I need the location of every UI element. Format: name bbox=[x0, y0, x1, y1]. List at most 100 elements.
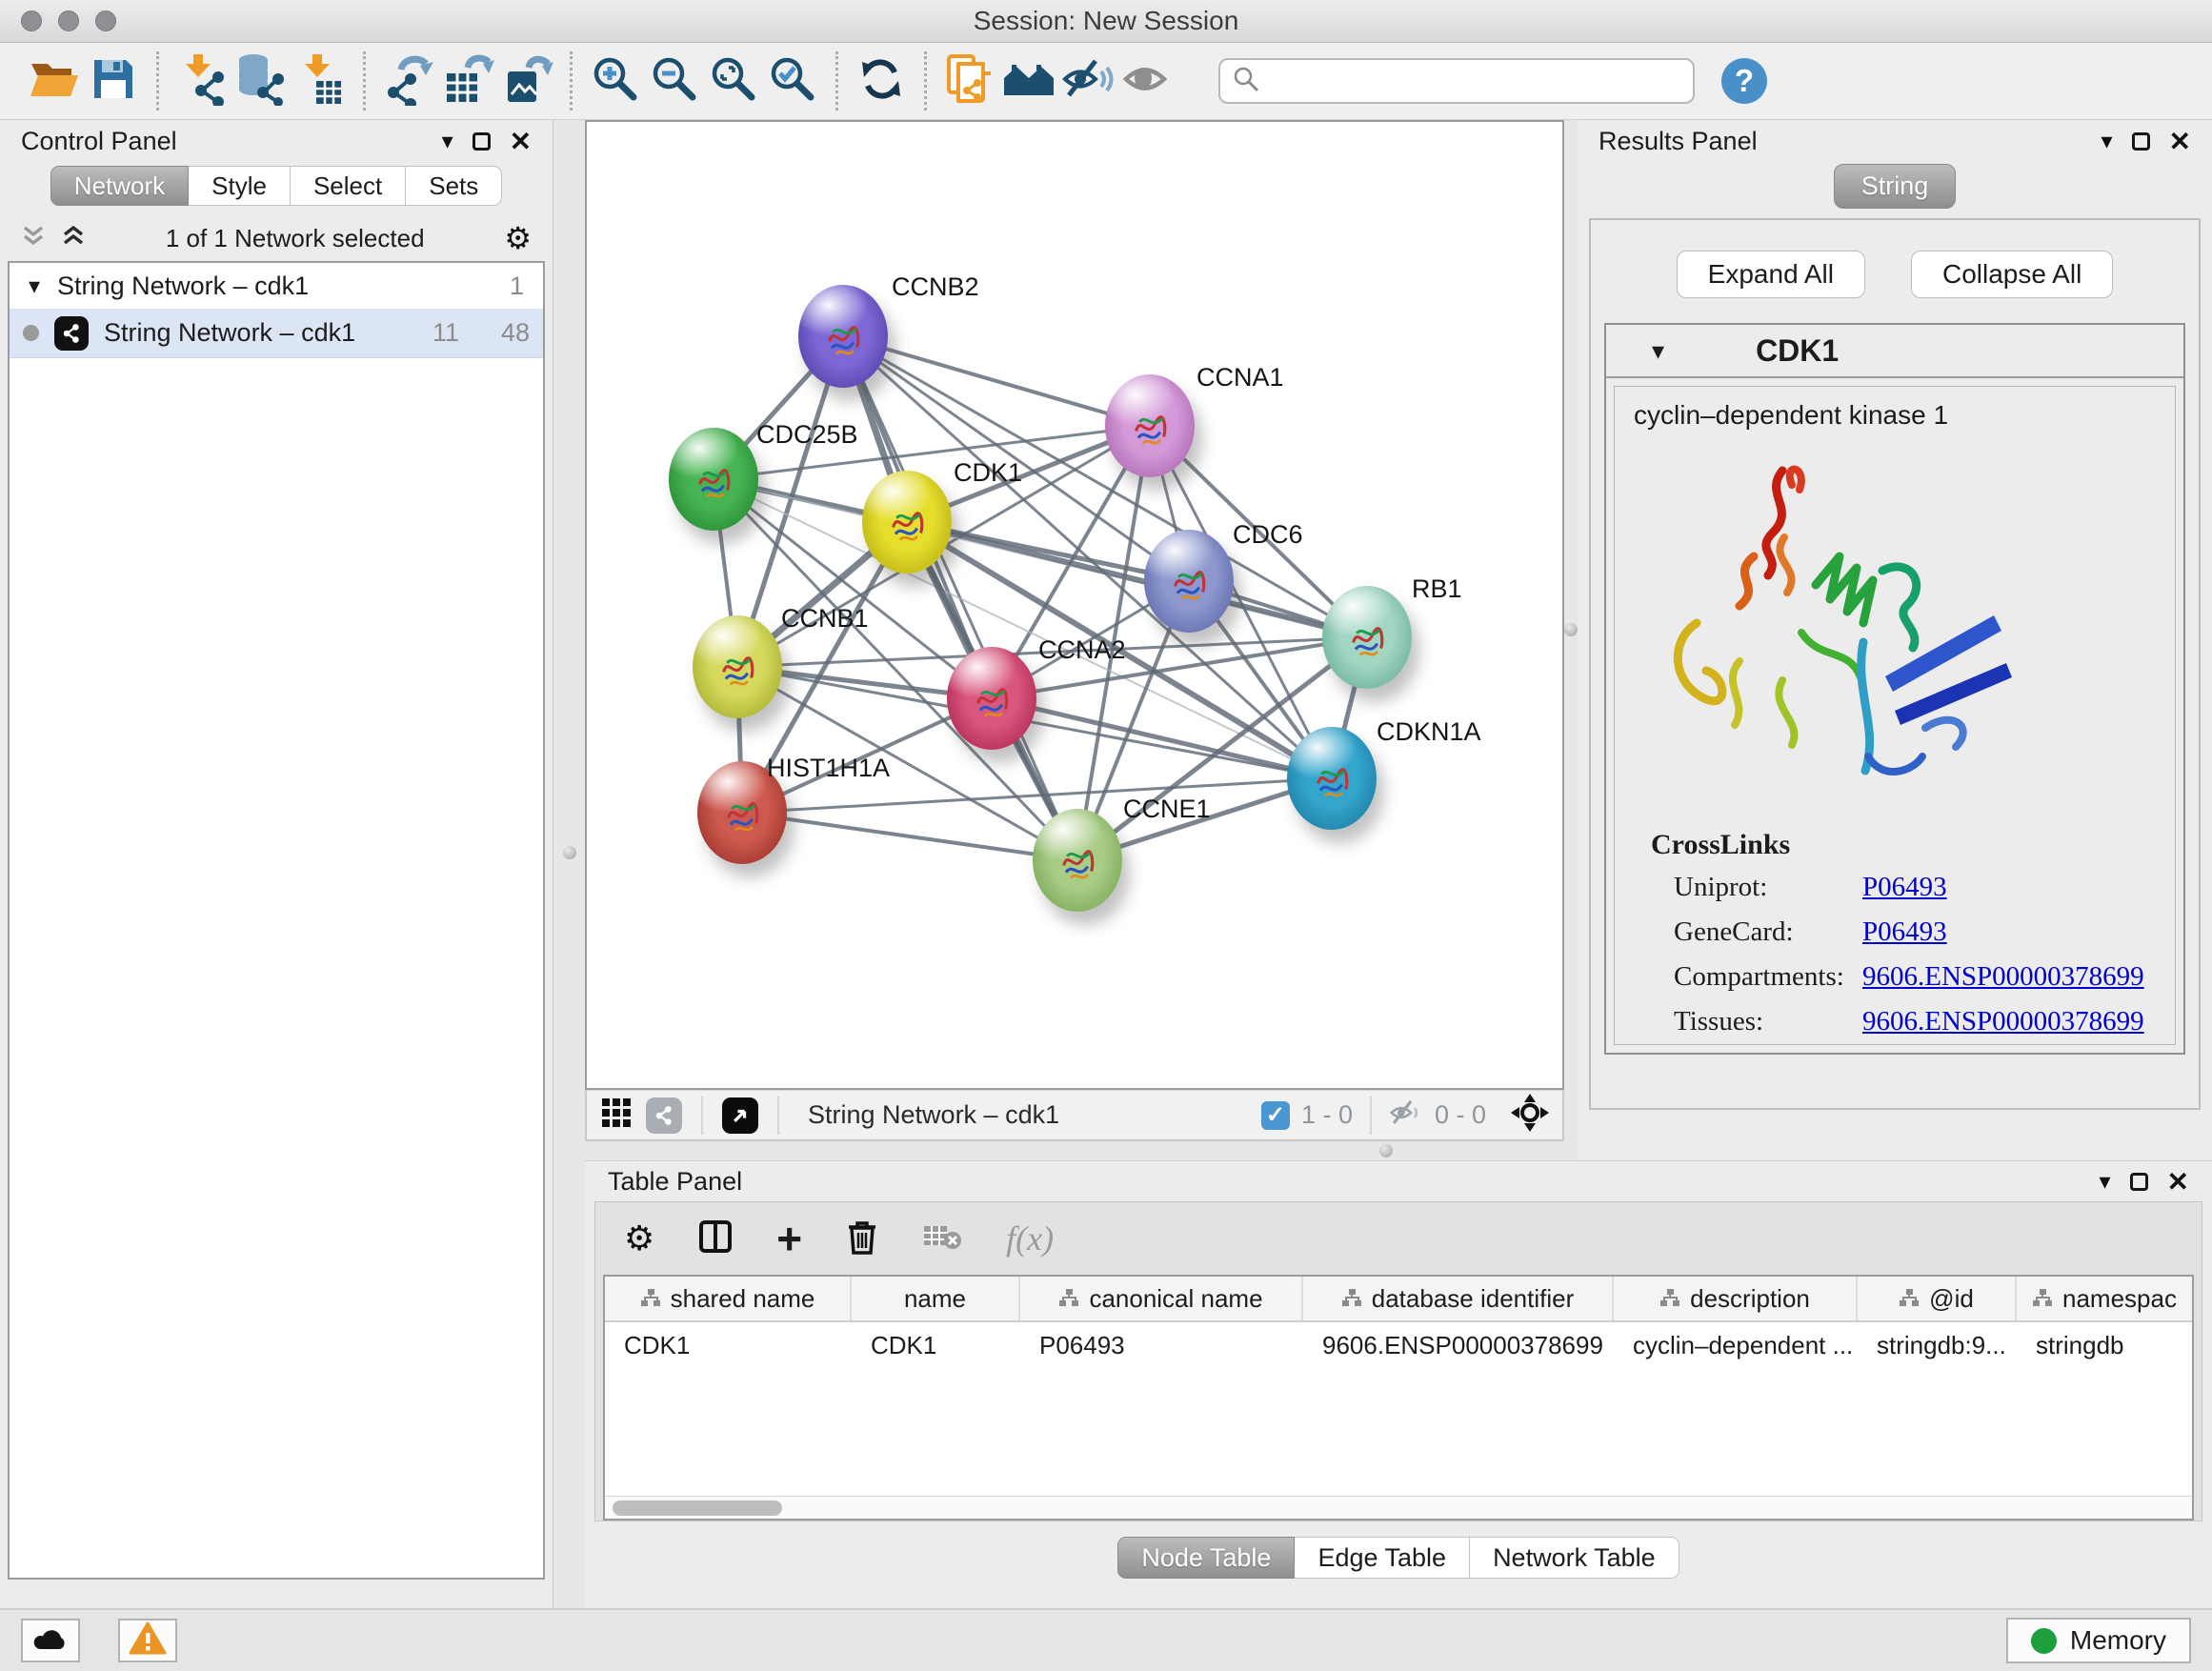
table-row[interactable]: CDK1 CDK1 P06493 9606.ENSP00000378699 cy… bbox=[605, 1322, 2192, 1368]
network-collection-row[interactable]: ▾ String Network – cdk1 1 bbox=[10, 263, 543, 309]
cell-shared-name[interactable]: CDK1 bbox=[605, 1331, 852, 1360]
panel-close-icon[interactable]: ✕ bbox=[2169, 126, 2191, 157]
column-header[interactable]: canonical name bbox=[1020, 1277, 1303, 1320]
export-table-button[interactable] bbox=[438, 50, 497, 111]
network-node-cdk1[interactable] bbox=[862, 471, 952, 574]
panel-float-icon[interactable] bbox=[473, 132, 491, 151]
column-header[interactable]: shared name bbox=[605, 1277, 852, 1320]
table-options-gear-icon[interactable]: ⚙ bbox=[624, 1218, 654, 1258]
open-session-button[interactable] bbox=[25, 50, 84, 111]
crosshair-icon[interactable] bbox=[1511, 1094, 1549, 1137]
birds-eye-network-icon[interactable] bbox=[646, 1097, 682, 1134]
cell-name[interactable]: CDK1 bbox=[852, 1331, 1020, 1360]
horizontal-splitter[interactable] bbox=[585, 1141, 1564, 1160]
refresh-button[interactable] bbox=[852, 50, 911, 111]
section-expander-icon[interactable]: ▾ bbox=[1652, 336, 1664, 366]
crosslink-link[interactable]: 9606.ENSP00000378699 bbox=[1862, 961, 2144, 993]
cell-namespace[interactable]: stringdb bbox=[2017, 1331, 2192, 1360]
panel-collapse-icon[interactable]: ▾ bbox=[442, 128, 453, 155]
help-button[interactable]: ? bbox=[1721, 58, 1767, 104]
import-network-database-button[interactable] bbox=[231, 50, 291, 111]
tab-network-table[interactable]: Network Table bbox=[1470, 1537, 1679, 1579]
column-header[interactable]: namespac bbox=[2017, 1277, 2192, 1320]
memory-button[interactable]: Memory bbox=[2006, 1618, 2191, 1663]
zoom-selected-button[interactable] bbox=[763, 50, 822, 111]
warning-button[interactable] bbox=[118, 1619, 177, 1662]
cell-id[interactable]: stringdb:9... bbox=[1858, 1331, 2017, 1360]
window-zoom-button[interactable] bbox=[95, 10, 116, 31]
column-header[interactable]: name bbox=[852, 1277, 1020, 1320]
right-splitter[interactable] bbox=[1564, 120, 1578, 1160]
crosslink-link[interactable]: 9606.ENSP00000378699 bbox=[1862, 1006, 2144, 1037]
delete-table-icon[interactable] bbox=[922, 1222, 962, 1256]
cell-database-identifier[interactable]: 9606.ENSP00000378699 bbox=[1303, 1331, 1614, 1360]
selected-count-checkbox[interactable]: ✓ bbox=[1261, 1101, 1290, 1130]
tab-select[interactable]: Select bbox=[291, 166, 406, 206]
crosslink-link[interactable]: P06493 bbox=[1862, 916, 1947, 948]
window-close-button[interactable] bbox=[21, 10, 42, 31]
splitter-handle[interactable] bbox=[1379, 1144, 1393, 1158]
splitter-handle[interactable] bbox=[563, 846, 576, 859]
collapse-all-tree-icon[interactable] bbox=[21, 224, 46, 253]
export-network-button[interactable] bbox=[379, 50, 438, 111]
network-node-cdc6[interactable] bbox=[1144, 530, 1234, 633]
window-minimize-button[interactable] bbox=[58, 10, 79, 31]
zoom-fit-button[interactable] bbox=[704, 50, 763, 111]
network-canvas[interactable]: CCNB2CCNA1CDC25BCDK1CDC6RB1CCNB1CCNA2CDK… bbox=[585, 120, 1564, 1090]
tab-node-table[interactable]: Node Table bbox=[1117, 1537, 1295, 1579]
tab-style[interactable]: Style bbox=[189, 166, 291, 206]
houses-button[interactable] bbox=[999, 50, 1058, 111]
export-image-button[interactable] bbox=[497, 50, 556, 111]
import-network-file-button[interactable] bbox=[172, 50, 231, 111]
show-all-button[interactable] bbox=[1117, 50, 1176, 111]
collapse-all-button[interactable]: Collapse All bbox=[1911, 251, 2113, 298]
panel-close-icon[interactable]: ✕ bbox=[2167, 1166, 2189, 1198]
delete-column-trash-icon[interactable] bbox=[846, 1218, 878, 1259]
panel-collapse-icon[interactable]: ▾ bbox=[2099, 1168, 2110, 1196]
tab-sets[interactable]: Sets bbox=[406, 166, 502, 206]
table-horizontal-scrollbar[interactable] bbox=[605, 1496, 2192, 1519]
splitter-handle[interactable] bbox=[1564, 623, 1578, 636]
crosslink-link[interactable]: P06493 bbox=[1862, 872, 1947, 903]
save-session-button[interactable] bbox=[84, 50, 143, 111]
column-header[interactable]: @id bbox=[1858, 1277, 2017, 1320]
network-node-ccnb1[interactable] bbox=[693, 615, 782, 718]
zoom-in-button[interactable] bbox=[586, 50, 645, 111]
collection-expander-icon[interactable]: ▾ bbox=[29, 272, 40, 300]
left-splitter[interactable] bbox=[553, 120, 585, 1608]
import-table-file-button[interactable] bbox=[291, 50, 350, 111]
hide-selected-button[interactable] bbox=[1058, 50, 1117, 111]
network-node-ccna1[interactable] bbox=[1105, 374, 1195, 477]
network-row[interactable]: String Network – cdk1 11 48 bbox=[10, 309, 543, 358]
navigator-grid-icon[interactable] bbox=[600, 1097, 633, 1134]
copy-network-button[interactable] bbox=[940, 50, 999, 111]
scrollbar-thumb[interactable] bbox=[613, 1500, 782, 1516]
gene-section-header[interactable]: ▾ CDK1 bbox=[1606, 325, 2183, 378]
tab-string[interactable]: String bbox=[1834, 164, 1957, 209]
tab-network[interactable]: Network bbox=[50, 166, 189, 206]
tab-edge-table[interactable]: Edge Table bbox=[1295, 1537, 1470, 1579]
network-node-ccnb2[interactable] bbox=[798, 285, 888, 388]
open-in-window-icon[interactable] bbox=[722, 1097, 758, 1134]
zoom-out-button[interactable] bbox=[645, 50, 704, 111]
column-header[interactable]: database identifier bbox=[1303, 1277, 1614, 1320]
network-node-ccne1[interactable] bbox=[1033, 809, 1122, 912]
network-options-gear-icon[interactable]: ⚙ bbox=[504, 220, 532, 256]
network-node-rb1[interactable] bbox=[1322, 586, 1412, 689]
network-node-cdkn1a[interactable] bbox=[1287, 727, 1377, 830]
network-node-cdc25b[interactable] bbox=[669, 428, 758, 531]
expand-all-tree-icon[interactable] bbox=[61, 224, 86, 253]
column-header[interactable]: description bbox=[1614, 1277, 1858, 1320]
cell-canonical-name[interactable]: P06493 bbox=[1020, 1331, 1303, 1360]
search-input[interactable] bbox=[1268, 67, 1681, 96]
panel-float-icon[interactable] bbox=[2132, 132, 2150, 151]
panel-float-icon[interactable] bbox=[2130, 1173, 2148, 1191]
network-node-ccna2[interactable] bbox=[947, 647, 1036, 750]
cell-description[interactable]: cyclin–dependent ... bbox=[1614, 1331, 1858, 1360]
panel-collapse-icon[interactable]: ▾ bbox=[2101, 128, 2112, 155]
cloud-button[interactable] bbox=[21, 1619, 80, 1662]
expand-all-button[interactable]: Expand All bbox=[1677, 251, 1865, 298]
show-columns-icon[interactable] bbox=[698, 1219, 733, 1258]
add-column-icon[interactable]: + bbox=[776, 1221, 802, 1256]
function-builder-icon[interactable]: f(x) bbox=[1006, 1218, 1054, 1258]
